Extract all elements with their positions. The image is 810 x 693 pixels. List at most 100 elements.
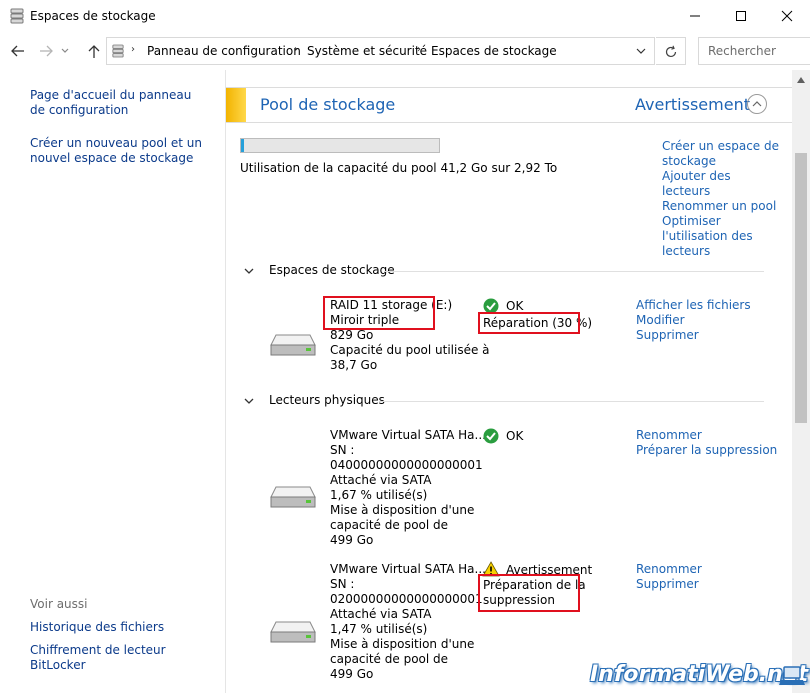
drive-used: 1,47 % utilisé(s): [330, 622, 428, 636]
maximize-icon: [736, 11, 746, 21]
maximize-button[interactable]: [718, 0, 764, 32]
prepare-removal-link[interactable]: Préparer la suppression: [636, 443, 777, 458]
storage-spaces-section-header[interactable]: Espaces de stockage: [244, 263, 764, 283]
drive-attach: Attaché via SATA: [330, 607, 432, 621]
breadcrumb-separator-icon[interactable]: ›: [131, 44, 135, 55]
breadcrumb-system-security[interactable]: Système et sécurité: [307, 44, 427, 58]
breadcrumb-separator-icon[interactable]: ›: [417, 44, 421, 55]
recent-locations-chevron-icon[interactable]: [60, 43, 70, 59]
space-pool-used-label: Capacité du pool utilisée à: [330, 343, 490, 357]
drive-cap-label: capacité de pool de: [330, 518, 449, 532]
drive-info: VMware Virtual SATA Ha... SN : 020000000…: [330, 562, 486, 682]
space-status: OK: [506, 299, 524, 313]
drive-status: OK: [506, 429, 524, 443]
search-placeholder: Rechercher: [708, 44, 776, 58]
drive-sn: 02000000000000000001: [330, 592, 483, 606]
pool-title: Pool de stockage: [260, 95, 396, 114]
title-bar: Espaces de stockage: [0, 0, 810, 32]
close-icon: [781, 10, 793, 22]
pool-status: Avertissement: [635, 95, 750, 114]
rename-drive-link[interactable]: Renommer: [636, 428, 777, 443]
pool-usage-bar: [240, 138, 440, 153]
main-content: Pool de stockage Avertissement Utilisati…: [225, 70, 792, 693]
delete-drive-link[interactable]: Supprimer: [636, 577, 702, 592]
physical-drives-section-header[interactable]: Lecteurs physiques: [244, 393, 764, 413]
drive-sn: 04000000000000000001: [330, 458, 483, 472]
chevron-down-icon[interactable]: [636, 47, 646, 55]
see-also-heading: Voir aussi: [30, 597, 88, 611]
breadcrumb-control-panel[interactable]: Panneau de configuration: [147, 44, 301, 58]
scrollbar-thumb[interactable]: [795, 153, 807, 423]
drive-name: VMware Virtual SATA Ha...: [330, 428, 486, 442]
laptop-logo-icon: [779, 666, 805, 685]
window-title: Espaces de stockage: [30, 9, 156, 23]
drive-cap-value: 499 Go: [330, 533, 374, 547]
drive-actions: Renommer Préparer la suppression: [636, 428, 777, 458]
highlight-box: [478, 574, 580, 612]
watermark-logo: InformatiWeb.net: [590, 662, 809, 687]
sidebar-link-bitlocker[interactable]: Chiffrement de lecteur BitLocker: [30, 643, 210, 673]
drive-sn-label: SN :: [330, 443, 355, 457]
collapse-button[interactable]: [747, 94, 767, 114]
drive-cap-label: capacité de pool de: [330, 652, 449, 666]
refresh-icon: [665, 45, 677, 58]
storage-spaces-heading: Espaces de stockage: [269, 263, 395, 277]
warning-stripe: [226, 88, 246, 122]
physical-drives-heading: Lecteurs physiques: [269, 393, 385, 407]
drive-actions: Renommer Supprimer: [636, 562, 702, 592]
forward-arrow-icon[interactable]: [38, 43, 54, 59]
storage-spaces-icon: [112, 44, 124, 58]
minimize-button[interactable]: [672, 0, 718, 32]
breadcrumb-storage-spaces[interactable]: Espaces de stockage: [431, 44, 557, 58]
drive-cap-value: 499 Go: [330, 667, 374, 681]
storage-spaces-icon: [10, 8, 24, 24]
back-arrow-icon[interactable]: [10, 43, 26, 59]
highlight-box: [323, 296, 435, 330]
drive-sn-label: SN :: [330, 577, 355, 591]
drive-name: VMware Virtual SATA Ha...: [330, 562, 486, 576]
drive-cap-label: Mise à disposition d'une: [330, 503, 475, 517]
chevron-down-icon: [244, 268, 254, 274]
up-arrow-icon[interactable]: [86, 43, 102, 59]
vertical-scrollbar[interactable]: [792, 70, 810, 693]
search-input[interactable]: Rechercher: [698, 37, 810, 65]
space-actions: Afficher les fichiers Modifier Supprimer: [636, 298, 751, 343]
pool-usage-fill: [241, 139, 244, 152]
sidebar-link-file-history[interactable]: Historique des fichiers: [30, 620, 210, 635]
drive-cap-label: Mise à disposition d'une: [330, 637, 475, 651]
create-space-link[interactable]: Créer un espace de stockage: [662, 139, 782, 169]
rename-pool-link[interactable]: Renommer un pool: [662, 199, 782, 214]
sidebar-link-create-pool[interactable]: Créer un nouveau pool et un nouvel espac…: [30, 136, 210, 166]
highlight-box: [478, 312, 580, 334]
scroll-up-arrow-icon[interactable]: [796, 76, 806, 84]
view-files-link[interactable]: Afficher les fichiers: [636, 298, 751, 313]
ok-check-icon: [483, 428, 499, 444]
refresh-button[interactable]: [656, 37, 686, 65]
section-divider: [379, 401, 764, 402]
drive-attach: Attaché via SATA: [330, 473, 432, 487]
drive-icon: [270, 334, 316, 356]
pool-usage-text: Utilisation de la capacité du pool 41,2 …: [240, 161, 558, 175]
chevron-up-icon: [752, 101, 762, 107]
drive-info: VMware Virtual SATA Ha... SN : 040000000…: [330, 428, 486, 548]
modify-space-link[interactable]: Modifier: [636, 313, 751, 328]
rename-drive-link[interactable]: Renommer: [636, 562, 702, 577]
pool-header[interactable]: Pool de stockage Avertissement: [226, 87, 792, 123]
drive-icon: [270, 621, 316, 643]
space-pool-used-value: 38,7 Go: [330, 358, 378, 372]
sidebar: Page d'accueil du panneau de configurati…: [0, 70, 225, 693]
drive-used: 1,67 % utilisé(s): [330, 488, 428, 502]
optimize-drives-link[interactable]: Optimiser l'utilisation des lecteurs: [662, 214, 782, 259]
address-bar[interactable]: › Panneau de configuration › Système et …: [106, 37, 655, 65]
breadcrumb-separator-icon[interactable]: ›: [294, 44, 298, 55]
close-button[interactable]: [764, 0, 810, 32]
chevron-down-icon: [244, 398, 254, 404]
sidebar-link-control-panel-home[interactable]: Page d'accueil du panneau de configurati…: [30, 88, 210, 118]
minimize-icon: [690, 15, 700, 17]
pool-actions: Créer un espace de stockage Ajouter des …: [662, 139, 782, 259]
section-divider: [384, 271, 764, 272]
delete-space-link[interactable]: Supprimer: [636, 328, 751, 343]
drive-icon: [270, 486, 316, 508]
add-drives-link[interactable]: Ajouter des lecteurs: [662, 169, 782, 199]
space-size: 829 Go: [330, 328, 374, 342]
